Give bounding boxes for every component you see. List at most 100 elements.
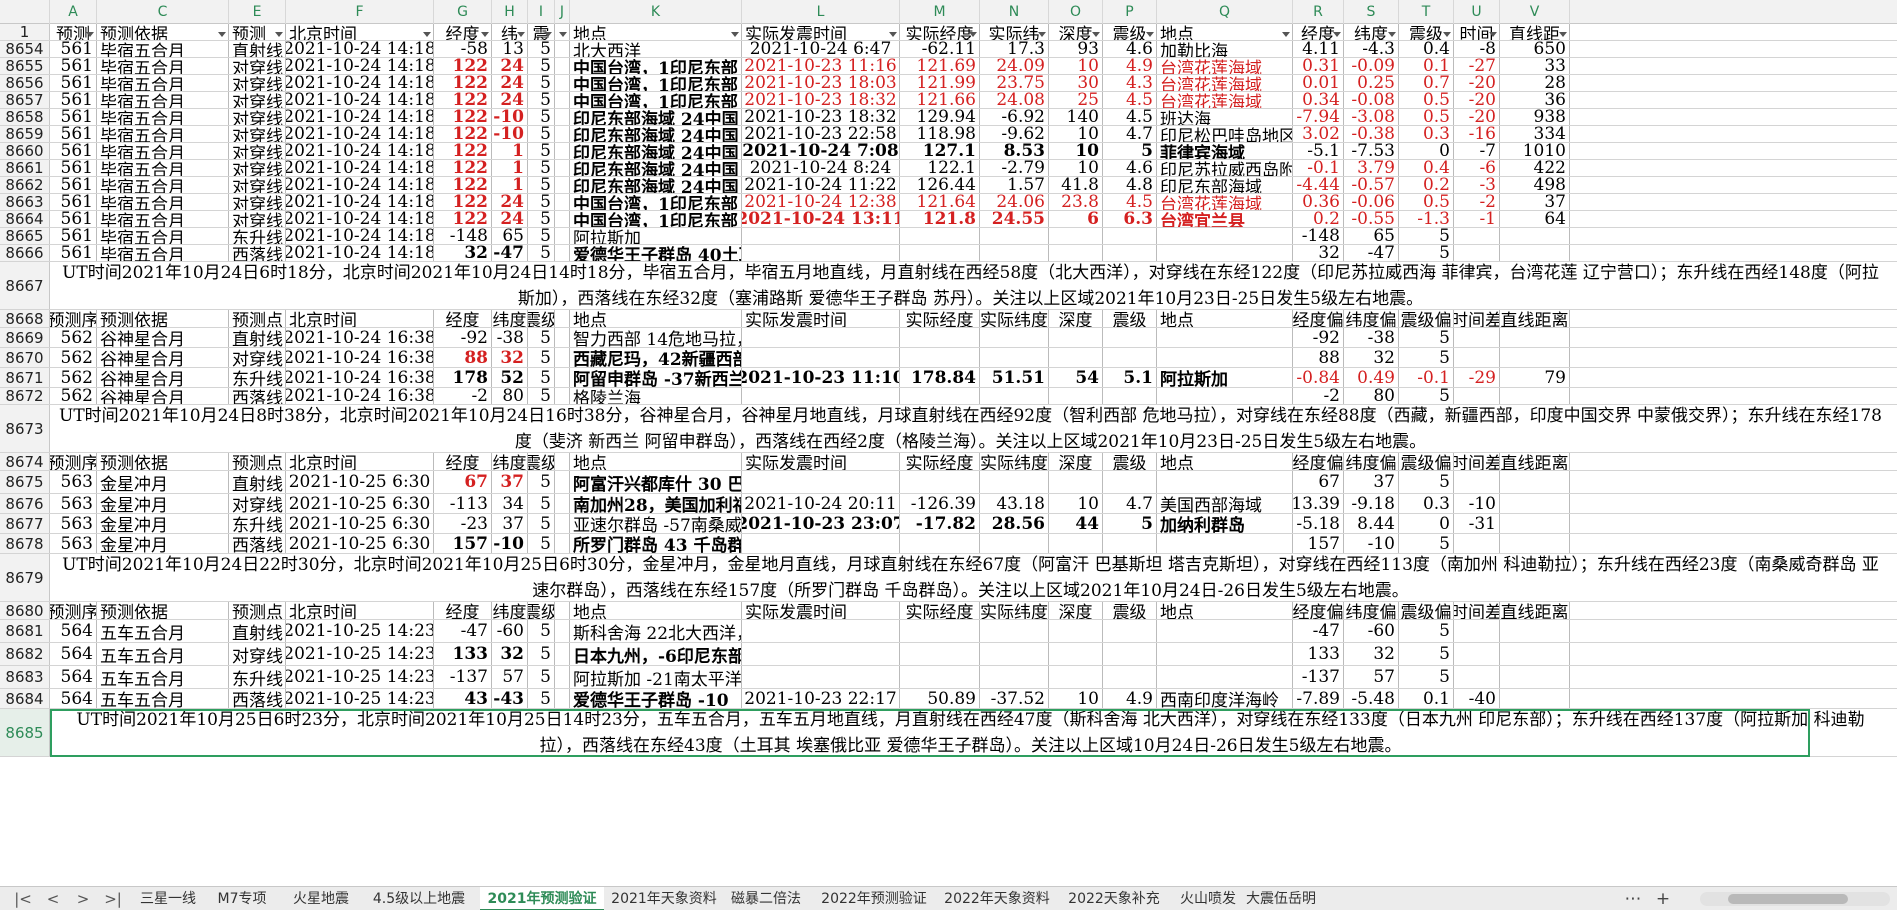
cell-u[interactable]: -27: [1454, 58, 1500, 74]
column-header-u[interactable]: U: [1454, 0, 1500, 24]
cell-r[interactable]: 0.2: [1293, 211, 1344, 227]
filter-dropdown-icon[interactable]: [275, 32, 283, 37]
cell-s[interactable]: 57: [1344, 666, 1399, 688]
cell-p[interactable]: 4.3: [1103, 75, 1157, 91]
cell-k[interactable]: 斯科舍海 22北大西洋， -52: [570, 620, 742, 642]
row-number[interactable]: 8676: [0, 494, 50, 513]
cell-q[interactable]: 西南印度洋海岭: [1157, 689, 1293, 708]
cell-v[interactable]: [1500, 534, 1570, 553]
cell-n[interactable]: 1.57: [980, 177, 1049, 193]
column-header-h[interactable]: H: [492, 0, 528, 24]
cell-m[interactable]: 121.64: [900, 194, 980, 210]
cell-v[interactable]: [1500, 620, 1570, 642]
header-cell-j[interactable]: [555, 24, 570, 40]
cell-s[interactable]: -9.18: [1344, 494, 1399, 513]
cell-g[interactable]: -92: [434, 328, 492, 347]
cell-g[interactable]: 43: [434, 689, 492, 708]
cell-o[interactable]: 54: [1049, 368, 1103, 387]
cell-j[interactable]: [555, 211, 570, 227]
filter-dropdown-icon[interactable]: [1443, 32, 1451, 37]
cell-k[interactable]: 印尼东部海域 24中国: [570, 126, 742, 142]
column-header-v[interactable]: V: [1500, 0, 1570, 24]
cell-m[interactable]: -62.11: [900, 41, 980, 57]
header-cell-f[interactable]: 北京时间: [286, 453, 434, 470]
cell-p[interactable]: 4.8: [1103, 177, 1157, 193]
cell-i[interactable]: 5: [528, 368, 555, 387]
cell-f[interactable]: 2021-10-24 14:18: [286, 228, 434, 244]
cell-a[interactable]: 561: [50, 211, 97, 227]
cell-h[interactable]: 32: [492, 643, 528, 665]
cell-j[interactable]: [555, 471, 570, 493]
cell-g[interactable]: 122: [434, 109, 492, 125]
cell-p[interactable]: 4.9: [1103, 58, 1157, 74]
cell-l[interactable]: 2021-10-23 23:07: [742, 514, 900, 533]
cell-l[interactable]: 2021-10-23 22:17: [742, 689, 900, 708]
cell-i[interactable]: 5: [528, 328, 555, 347]
cell-t[interactable]: 0.2: [1399, 177, 1454, 193]
header-cell-i[interactable]: 震级: [528, 453, 555, 470]
cell-i[interactable]: 5: [528, 348, 555, 367]
cell-m[interactable]: [900, 348, 980, 367]
cell-a[interactable]: 561: [50, 194, 97, 210]
sheet-tab[interactable]: 2022天象补充: [1058, 887, 1170, 910]
sheet-tab[interactable]: 火星地震: [283, 887, 359, 910]
cell-n[interactable]: [980, 328, 1049, 347]
cell-p[interactable]: 4.5: [1103, 92, 1157, 108]
cell-o[interactable]: 10: [1049, 58, 1103, 74]
cell-u[interactable]: [1454, 666, 1500, 688]
cell-q[interactable]: 美国西部海域: [1157, 494, 1293, 513]
cell-p[interactable]: [1103, 666, 1157, 688]
cell-c[interactable]: 金星冲月: [97, 471, 229, 493]
cell-u[interactable]: -29: [1454, 368, 1500, 387]
cell-l[interactable]: 2021-10-24 7:08: [742, 143, 900, 159]
cell-k[interactable]: 南加州28，美国加利福: [570, 494, 742, 513]
cell-h[interactable]: -38: [492, 328, 528, 347]
cell-h[interactable]: 24: [492, 75, 528, 91]
header-cell-v[interactable]: 直线距离: [1500, 453, 1570, 470]
row-number[interactable]: 8661: [0, 159, 50, 177]
cell-a[interactable]: 564: [50, 620, 97, 642]
cell-s[interactable]: 0.49: [1344, 368, 1399, 387]
cell-j[interactable]: [555, 58, 570, 74]
cell-t[interactable]: 0.4: [1399, 41, 1454, 57]
cell-s[interactable]: -7.53: [1344, 143, 1399, 159]
cell-a[interactable]: 563: [50, 471, 97, 493]
cell-t[interactable]: 0.4: [1399, 160, 1454, 176]
column-header-j[interactable]: J: [555, 0, 570, 24]
column-header-r[interactable]: R: [1293, 0, 1344, 24]
filter-dropdown-icon[interactable]: [1388, 32, 1396, 37]
cell-f[interactable]: 2021-10-25 6:30: [286, 514, 434, 533]
row-number[interactable]: 8664: [0, 210, 50, 228]
cell-n[interactable]: 8.53: [980, 143, 1049, 159]
cell-q[interactable]: [1157, 643, 1293, 665]
cell-t[interactable]: 0.5: [1399, 194, 1454, 210]
column-header-o[interactable]: O: [1049, 0, 1103, 24]
cell-i[interactable]: 5: [528, 620, 555, 642]
cell-n[interactable]: 28.56: [980, 514, 1049, 533]
cell-i[interactable]: 5: [528, 534, 555, 553]
cell-p[interactable]: [1103, 643, 1157, 665]
cell-s[interactable]: -0.06: [1344, 194, 1399, 210]
cell-i[interactable]: 5: [528, 58, 555, 74]
cell-r[interactable]: 0.36: [1293, 194, 1344, 210]
column-header-t[interactable]: T: [1399, 0, 1454, 24]
cell-f[interactable]: 2021-10-24 16:38: [286, 348, 434, 367]
cell-m[interactable]: 118.98: [900, 126, 980, 142]
cell-l[interactable]: 2021-10-24 6:47: [742, 41, 900, 57]
spreadsheet[interactable]: ACEFGHIJKLMNOPQRSTUV 1 预测 预测依据 预测 北京时间 经度纬震地点…: [0, 0, 1897, 886]
cell-c[interactable]: 毕宿五合月: [97, 211, 229, 227]
cell-e[interactable]: 对穿线: [229, 92, 286, 108]
cell-k[interactable]: 印尼东部海域 24中国: [570, 109, 742, 125]
cell-g[interactable]: 122: [434, 143, 492, 159]
cell-l[interactable]: 2021-10-23 11:10: [742, 368, 900, 387]
cell-u[interactable]: [1454, 620, 1500, 642]
cell-l[interactable]: [742, 620, 900, 642]
cell-a[interactable]: 561: [50, 58, 97, 74]
column-header-l[interactable]: L: [742, 0, 900, 24]
cell-n[interactable]: [980, 348, 1049, 367]
header-cell-q[interactable]: 地点: [1157, 310, 1293, 327]
cell-p[interactable]: [1103, 348, 1157, 367]
header-cell-n[interactable]: 实际纬度: [980, 310, 1049, 327]
cell-m[interactable]: 121.69: [900, 58, 980, 74]
cell-h[interactable]: -60: [492, 620, 528, 642]
